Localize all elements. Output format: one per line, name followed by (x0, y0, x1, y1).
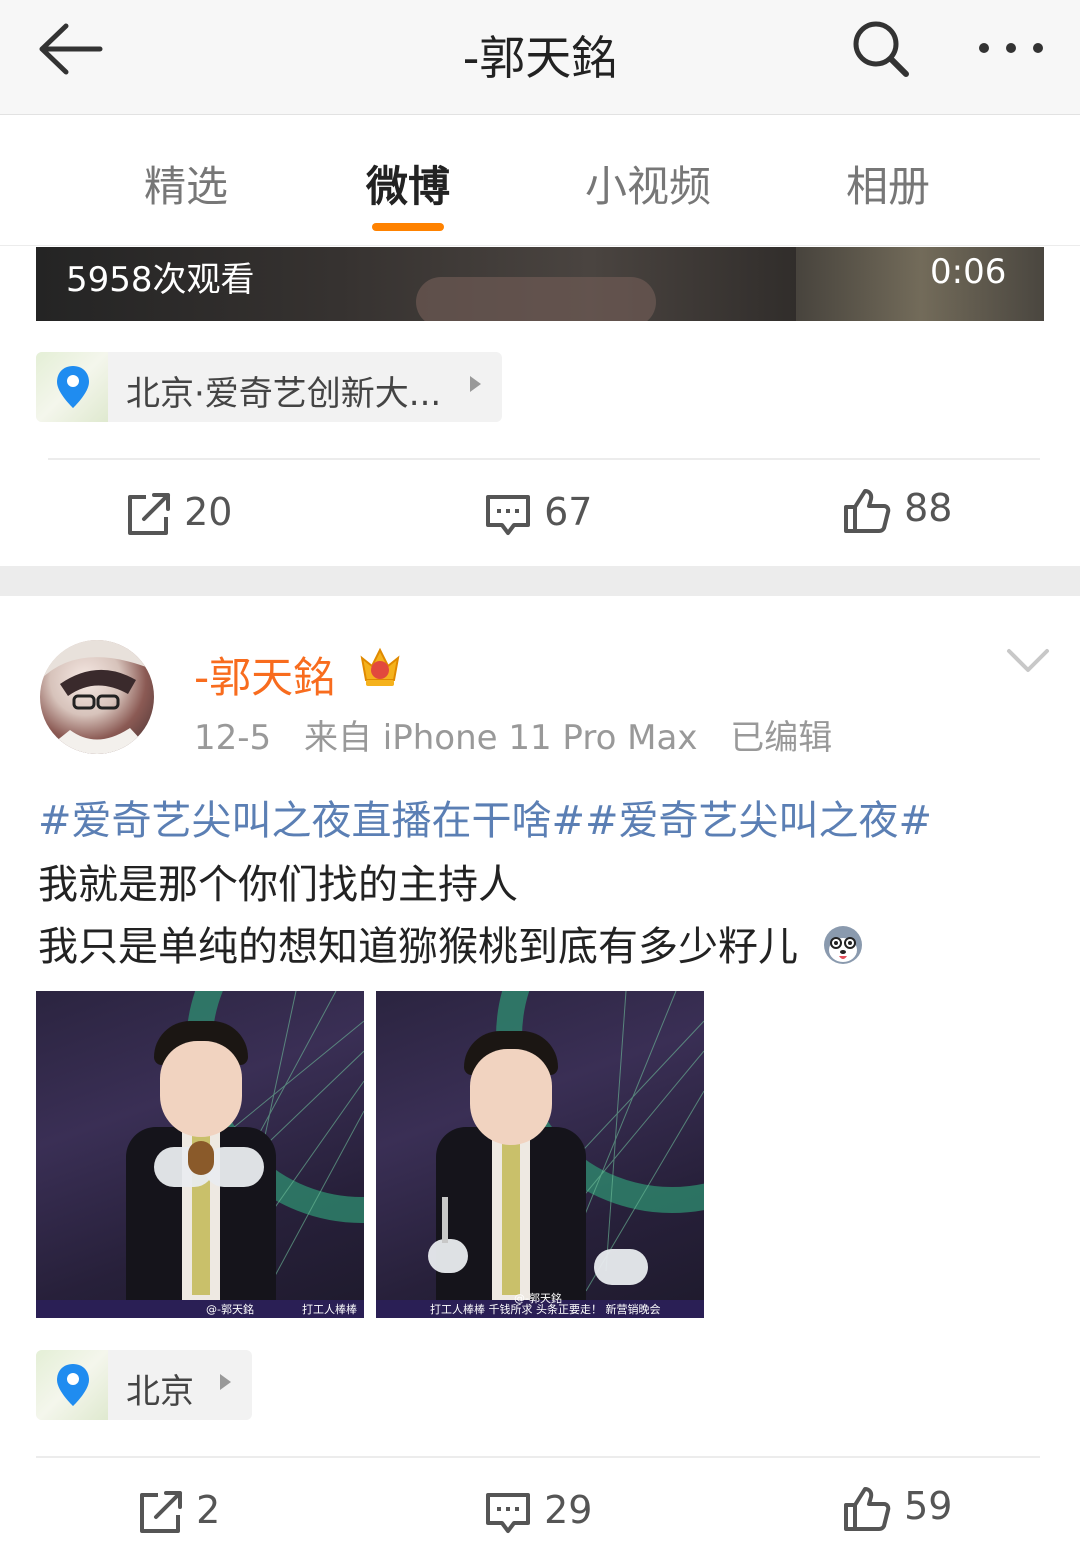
like-button[interactable]: 88 (842, 486, 952, 535)
post-text-line-2-content: 我只是单纯的想知道猕猴桃到底有多少籽儿 (38, 924, 798, 970)
photo-1-banner: 打工人棒棒 (302, 1303, 357, 1316)
search-icon[interactable] (850, 18, 912, 80)
post-like-icon (844, 1486, 891, 1531)
post-like-count: 59 (904, 1484, 953, 1528)
chevron-down-icon[interactable] (1006, 648, 1050, 674)
post-text-line-1: 我就是那个你们找的主持人 (38, 862, 518, 908)
like-count: 88 (904, 486, 953, 530)
location-label: 北京·爱奇艺创新大... (126, 374, 442, 414)
active-tab-indicator (372, 223, 444, 231)
comment-icon (486, 494, 530, 535)
location-chip[interactable]: 北京·爱奇艺创新大... (36, 352, 502, 422)
post-repost-count: 2 (196, 1488, 221, 1532)
repost-count: 20 (184, 490, 233, 534)
location-pin-icon (57, 366, 89, 408)
author-name[interactable]: -郭天銘 (194, 644, 335, 705)
action-divider (48, 458, 1040, 460)
comment-button[interactable]: 67 (484, 490, 592, 537)
post-action-divider (36, 1456, 1040, 1458)
back-arrow-icon[interactable] (36, 22, 104, 76)
edited-label: 已编辑 (730, 718, 833, 758)
tab-featured[interactable]: 精选 (76, 153, 296, 214)
comment-count: 67 (544, 490, 593, 534)
top-bar: -郭天銘 (0, 0, 1080, 115)
post-repost-icon (140, 1490, 182, 1533)
page-title: -郭天銘 (462, 31, 618, 85)
post-like-button[interactable]: 59 (842, 1484, 952, 1533)
tab-short-video[interactable]: 小视频 (538, 153, 758, 214)
post-meta: 12-5 来自 iPhone 11 Pro Max 已编辑 (194, 710, 832, 759)
post-text-line-2: 我只是单纯的想知道猕猴桃到底有多少籽儿 (38, 914, 865, 972)
video-view-count: 5958次观看 (66, 260, 255, 300)
post-comment-button[interactable]: 29 (484, 1488, 592, 1535)
repost-button[interactable]: 20 (124, 490, 232, 537)
avatar[interactable] (40, 640, 154, 754)
post-comment-count: 29 (544, 1488, 593, 1532)
profile-tabs: 精选 微博 小视频 相册 (0, 115, 1080, 246)
location-arrow-icon (470, 376, 481, 392)
like-icon (844, 488, 891, 533)
repost-icon (128, 492, 170, 535)
video-duration: 0:06 (930, 252, 1007, 292)
tab-album[interactable]: 相册 (778, 153, 998, 214)
post-comment-icon (486, 1492, 530, 1533)
post-location-label: 北京 (126, 1372, 194, 1412)
post-source: 来自 iPhone 11 Pro Max (303, 718, 698, 758)
post-photo-2[interactable]: @-郭天銘 打工人棒棒 千钱所求 头条正要走！ 新营销晚会 (376, 991, 704, 1318)
post-location-pin-icon (57, 1364, 89, 1406)
post-photo-1[interactable]: @-郭天銘 打工人棒棒 (36, 991, 364, 1318)
post-date: 12-5 (194, 718, 272, 758)
photo-2-banner: 打工人棒棒 千钱所求 头条正要走！ 新营销晚会 (430, 1303, 661, 1316)
tab-weibo[interactable]: 微博 (298, 153, 518, 214)
crown-badge-icon (360, 647, 400, 686)
feed-separator (0, 566, 1080, 596)
post-repost-button[interactable]: 2 (136, 1488, 220, 1535)
post-location-chip[interactable]: 北京 (36, 1350, 252, 1420)
photo-1-watermark: @-郭天銘 (206, 1303, 254, 1316)
post-location-arrow-icon (220, 1374, 231, 1390)
more-icon[interactable] (976, 38, 1046, 58)
emoji-husky-icon (823, 926, 862, 964)
topic-links[interactable]: #爱奇艺尖叫之夜直播在干啥##爱奇艺尖叫之夜# (38, 788, 932, 846)
